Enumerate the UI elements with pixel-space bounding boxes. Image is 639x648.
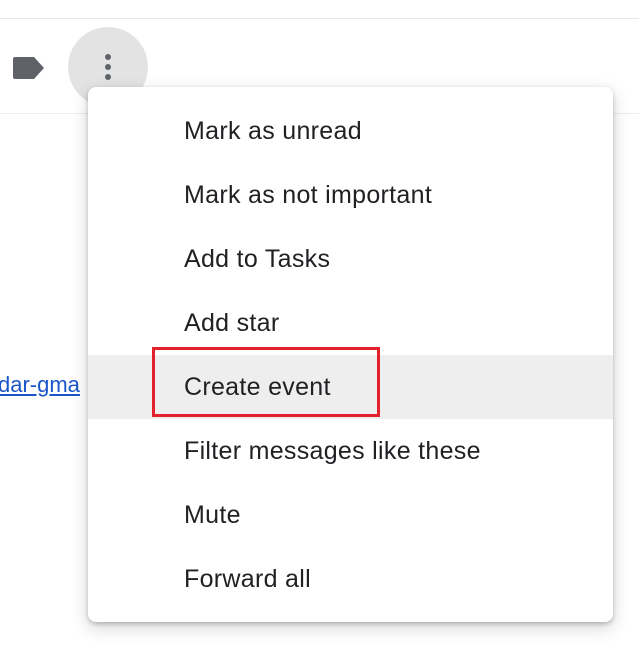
email-view: dar-gma Mark as unread Mark as not impor… bbox=[0, 0, 639, 648]
menu-item-filter-messages-like-these[interactable]: Filter messages like these bbox=[88, 419, 613, 483]
more-vertical-icon bbox=[104, 53, 112, 81]
divider bbox=[0, 18, 639, 19]
menu-item-label: Forward all bbox=[184, 564, 311, 593]
menu-item-label: Add to Tasks bbox=[184, 244, 331, 273]
more-options-menu: Mark as unread Mark as not important Add… bbox=[88, 87, 613, 622]
menu-item-label: Filter messages like these bbox=[184, 436, 481, 465]
menu-item-add-star[interactable]: Add star bbox=[88, 291, 613, 355]
menu-item-mark-as-not-important[interactable]: Mark as not important bbox=[88, 163, 613, 227]
menu-item-create-event[interactable]: Create event bbox=[88, 347, 613, 419]
menu-item-forward-all[interactable]: Forward all bbox=[88, 547, 613, 611]
menu-item-label: Add star bbox=[184, 308, 280, 337]
menu-item-mute[interactable]: Mute bbox=[88, 483, 613, 547]
menu-item-label: Mute bbox=[184, 500, 241, 529]
menu-item-label: Create event bbox=[184, 372, 331, 401]
label-icon[interactable] bbox=[10, 56, 46, 80]
menu-item-label: Mark as unread bbox=[184, 116, 362, 145]
menu-item-add-to-tasks[interactable]: Add to Tasks bbox=[88, 227, 613, 291]
message-link[interactable]: dar-gma bbox=[0, 371, 80, 399]
menu-item-mark-as-unread[interactable]: Mark as unread bbox=[88, 99, 613, 163]
menu-item-label: Mark as not important bbox=[184, 180, 433, 209]
